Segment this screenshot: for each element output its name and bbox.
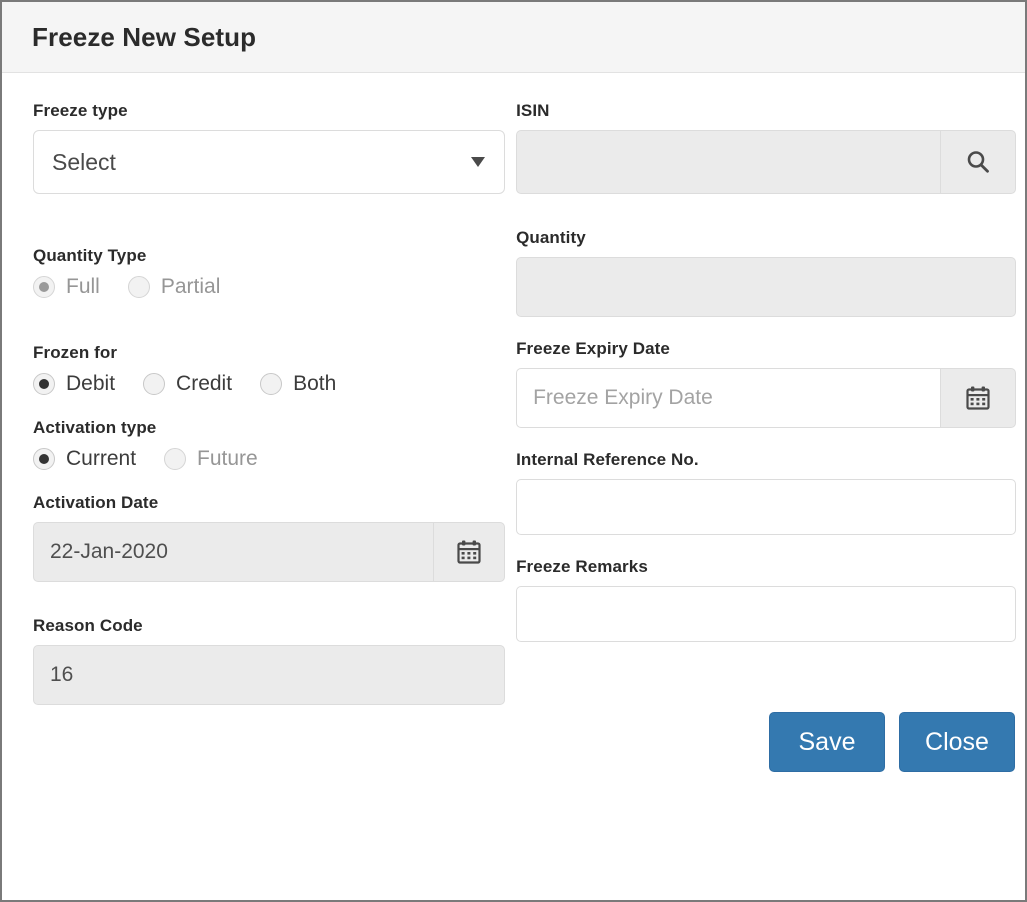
radio-activation-type-future[interactable]: Future <box>164 447 258 471</box>
activation-type-radio-row: Current Future <box>33 447 505 471</box>
radio-label: Debit <box>66 372 116 395</box>
radio-label: Full <box>66 275 100 298</box>
reason-code-label: Reason Code <box>33 616 143 635</box>
radio-indicator <box>143 373 166 395</box>
radio-frozen-for-credit[interactable]: Credit <box>143 372 232 396</box>
activation-type-label: Activation type <box>33 418 157 437</box>
radio-activation-type-current[interactable]: Current <box>33 447 136 471</box>
internal-reference-no-input[interactable] <box>516 479 1016 535</box>
freeze-expiry-date-placeholder: Freeze Expiry Date <box>533 386 713 409</box>
activation-date-input[interactable]: 22-Jan-2020 <box>33 522 434 582</box>
quantity-input[interactable] <box>516 257 1016 317</box>
activation-date-value: 22-Jan-2020 <box>50 540 168 563</box>
chevron-down-icon <box>471 157 486 167</box>
calendar-icon <box>456 539 482 565</box>
radio-frozen-for-both[interactable]: Both <box>260 372 336 396</box>
activation-date-label: Activation Date <box>33 493 159 512</box>
radio-indicator <box>33 276 55 298</box>
quantity-label: Quantity <box>516 228 586 247</box>
modal-body: Freeze type Select Quantity Type Full Pa… <box>2 73 1025 900</box>
page-title: Freeze New Setup <box>32 21 257 52</box>
freeze-expiry-date-input-group: Freeze Expiry Date <box>516 368 1016 428</box>
frozen-for-label: Frozen for <box>33 343 118 362</box>
isin-group: ISIN <box>516 101 1016 194</box>
radio-indicator <box>260 373 283 395</box>
save-button[interactable]: Save <box>769 712 885 772</box>
radio-indicator <box>164 448 187 470</box>
freeze-expiry-date-calendar-button[interactable] <box>940 368 1016 428</box>
action-button-row: Save Close <box>516 712 1016 772</box>
radio-indicator <box>127 276 150 298</box>
freeze-type-group: Freeze type Select <box>33 101 506 194</box>
search-icon <box>964 148 992 176</box>
freeze-expiry-date-input[interactable]: Freeze Expiry Date <box>516 368 940 428</box>
frozen-for-group: Frozen for Debit Credit Both <box>33 343 505 396</box>
freeze-remarks-group: Freeze Remarks <box>516 557 1016 642</box>
freeze-type-label: Freeze type <box>33 101 128 120</box>
freeze-expiry-date-label: Freeze Expiry Date <box>516 339 670 358</box>
isin-input-group <box>516 130 1016 194</box>
isin-search-button[interactable] <box>940 130 1016 194</box>
quantity-type-radio-row: Full Partial <box>33 275 505 299</box>
quantity-type-group: Quantity Type Full Partial <box>33 246 505 299</box>
left-column: Freeze type Select Quantity Type Full Pa… <box>2 101 516 900</box>
freeze-expiry-date-group: Freeze Expiry Date Freeze Expiry Date <box>516 339 1016 428</box>
radio-label: Current <box>66 447 137 470</box>
radio-quantity-type-partial[interactable]: Partial <box>127 275 221 299</box>
internal-reference-no-label: Internal Reference No. <box>516 450 699 469</box>
isin-label: ISIN <box>516 101 550 120</box>
freeze-new-setup-modal: Freeze New Setup Freeze type Select Quan… <box>0 0 1027 902</box>
radio-label: Both <box>293 372 337 395</box>
quantity-type-label: Quantity Type <box>33 246 147 265</box>
frozen-for-radio-row: Debit Credit Both <box>33 372 505 396</box>
radio-label: Partial <box>160 275 221 298</box>
freeze-type-selected-value: Select <box>52 148 116 175</box>
radio-frozen-for-debit[interactable]: Debit <box>33 372 115 396</box>
modal-header: Freeze New Setup <box>2 2 1025 73</box>
radio-quantity-type-full[interactable]: Full <box>33 275 100 299</box>
reason-code-group: Reason Code 16 <box>33 616 506 705</box>
activation-date-calendar-button[interactable] <box>433 522 506 582</box>
radio-indicator <box>33 373 55 395</box>
isin-input[interactable] <box>516 130 940 194</box>
internal-reference-no-group: Internal Reference No. <box>516 450 1016 535</box>
radio-label: Credit <box>176 372 233 395</box>
activation-date-input-group: 22-Jan-2020 <box>33 522 506 582</box>
close-button[interactable]: Close <box>899 712 1015 772</box>
reason-code-value: 16 <box>50 663 74 686</box>
freeze-remarks-input[interactable] <box>516 586 1016 642</box>
freeze-type-select[interactable]: Select <box>33 130 506 194</box>
reason-code-input[interactable]: 16 <box>33 645 506 705</box>
activation-date-group: Activation Date 22-Jan-2020 <box>33 493 506 582</box>
freeze-remarks-label: Freeze Remarks <box>516 557 648 576</box>
radio-indicator <box>33 448 55 470</box>
calendar-icon <box>965 385 991 411</box>
right-column: ISIN Quantity Freeze Expiry Date Freeze … <box>516 101 1025 900</box>
radio-label: Future <box>197 447 258 470</box>
activation-type-group: Activation type Current Future <box>33 418 505 471</box>
quantity-group: Quantity <box>516 228 1016 317</box>
